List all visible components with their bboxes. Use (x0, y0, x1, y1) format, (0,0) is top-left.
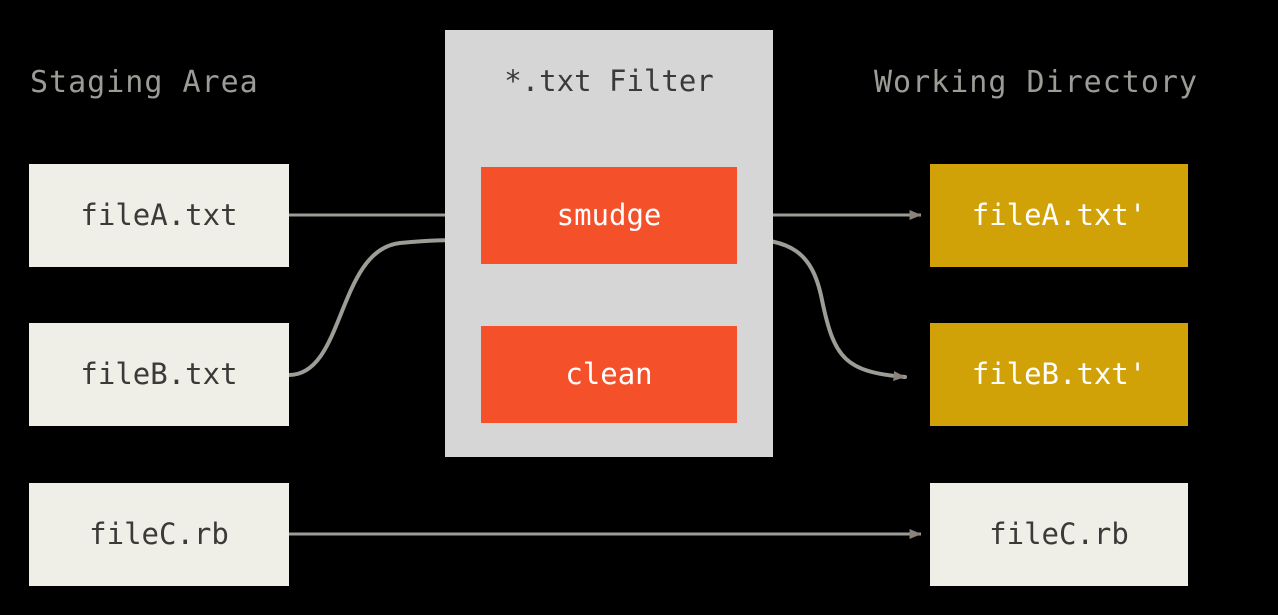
column-heading-staging-area: Staging Area (30, 65, 259, 100)
diagram-canvas: Staging Area Working Directory *.txt Fil… (0, 0, 1278, 615)
column-heading-working-directory: Working Directory (874, 65, 1199, 100)
staging-file-box-filec[interactable]: fileC.rb (29, 483, 289, 586)
working-file-box-fileb[interactable]: fileB.txt' (930, 323, 1188, 426)
connector-fileb-to-smudge (287, 235, 472, 377)
filter-operation-smudge[interactable]: smudge (481, 167, 737, 264)
staging-file-box-filea[interactable]: fileA.txt (29, 164, 289, 267)
filter-operation-clean[interactable]: clean (481, 326, 737, 423)
staging-file-box-fileb[interactable]: fileB.txt (29, 323, 289, 426)
filter-panel-title: *.txt Filter (504, 64, 714, 98)
working-file-box-filea[interactable]: fileA.txt' (930, 164, 1188, 267)
working-file-box-filec[interactable]: fileC.rb (930, 483, 1188, 586)
